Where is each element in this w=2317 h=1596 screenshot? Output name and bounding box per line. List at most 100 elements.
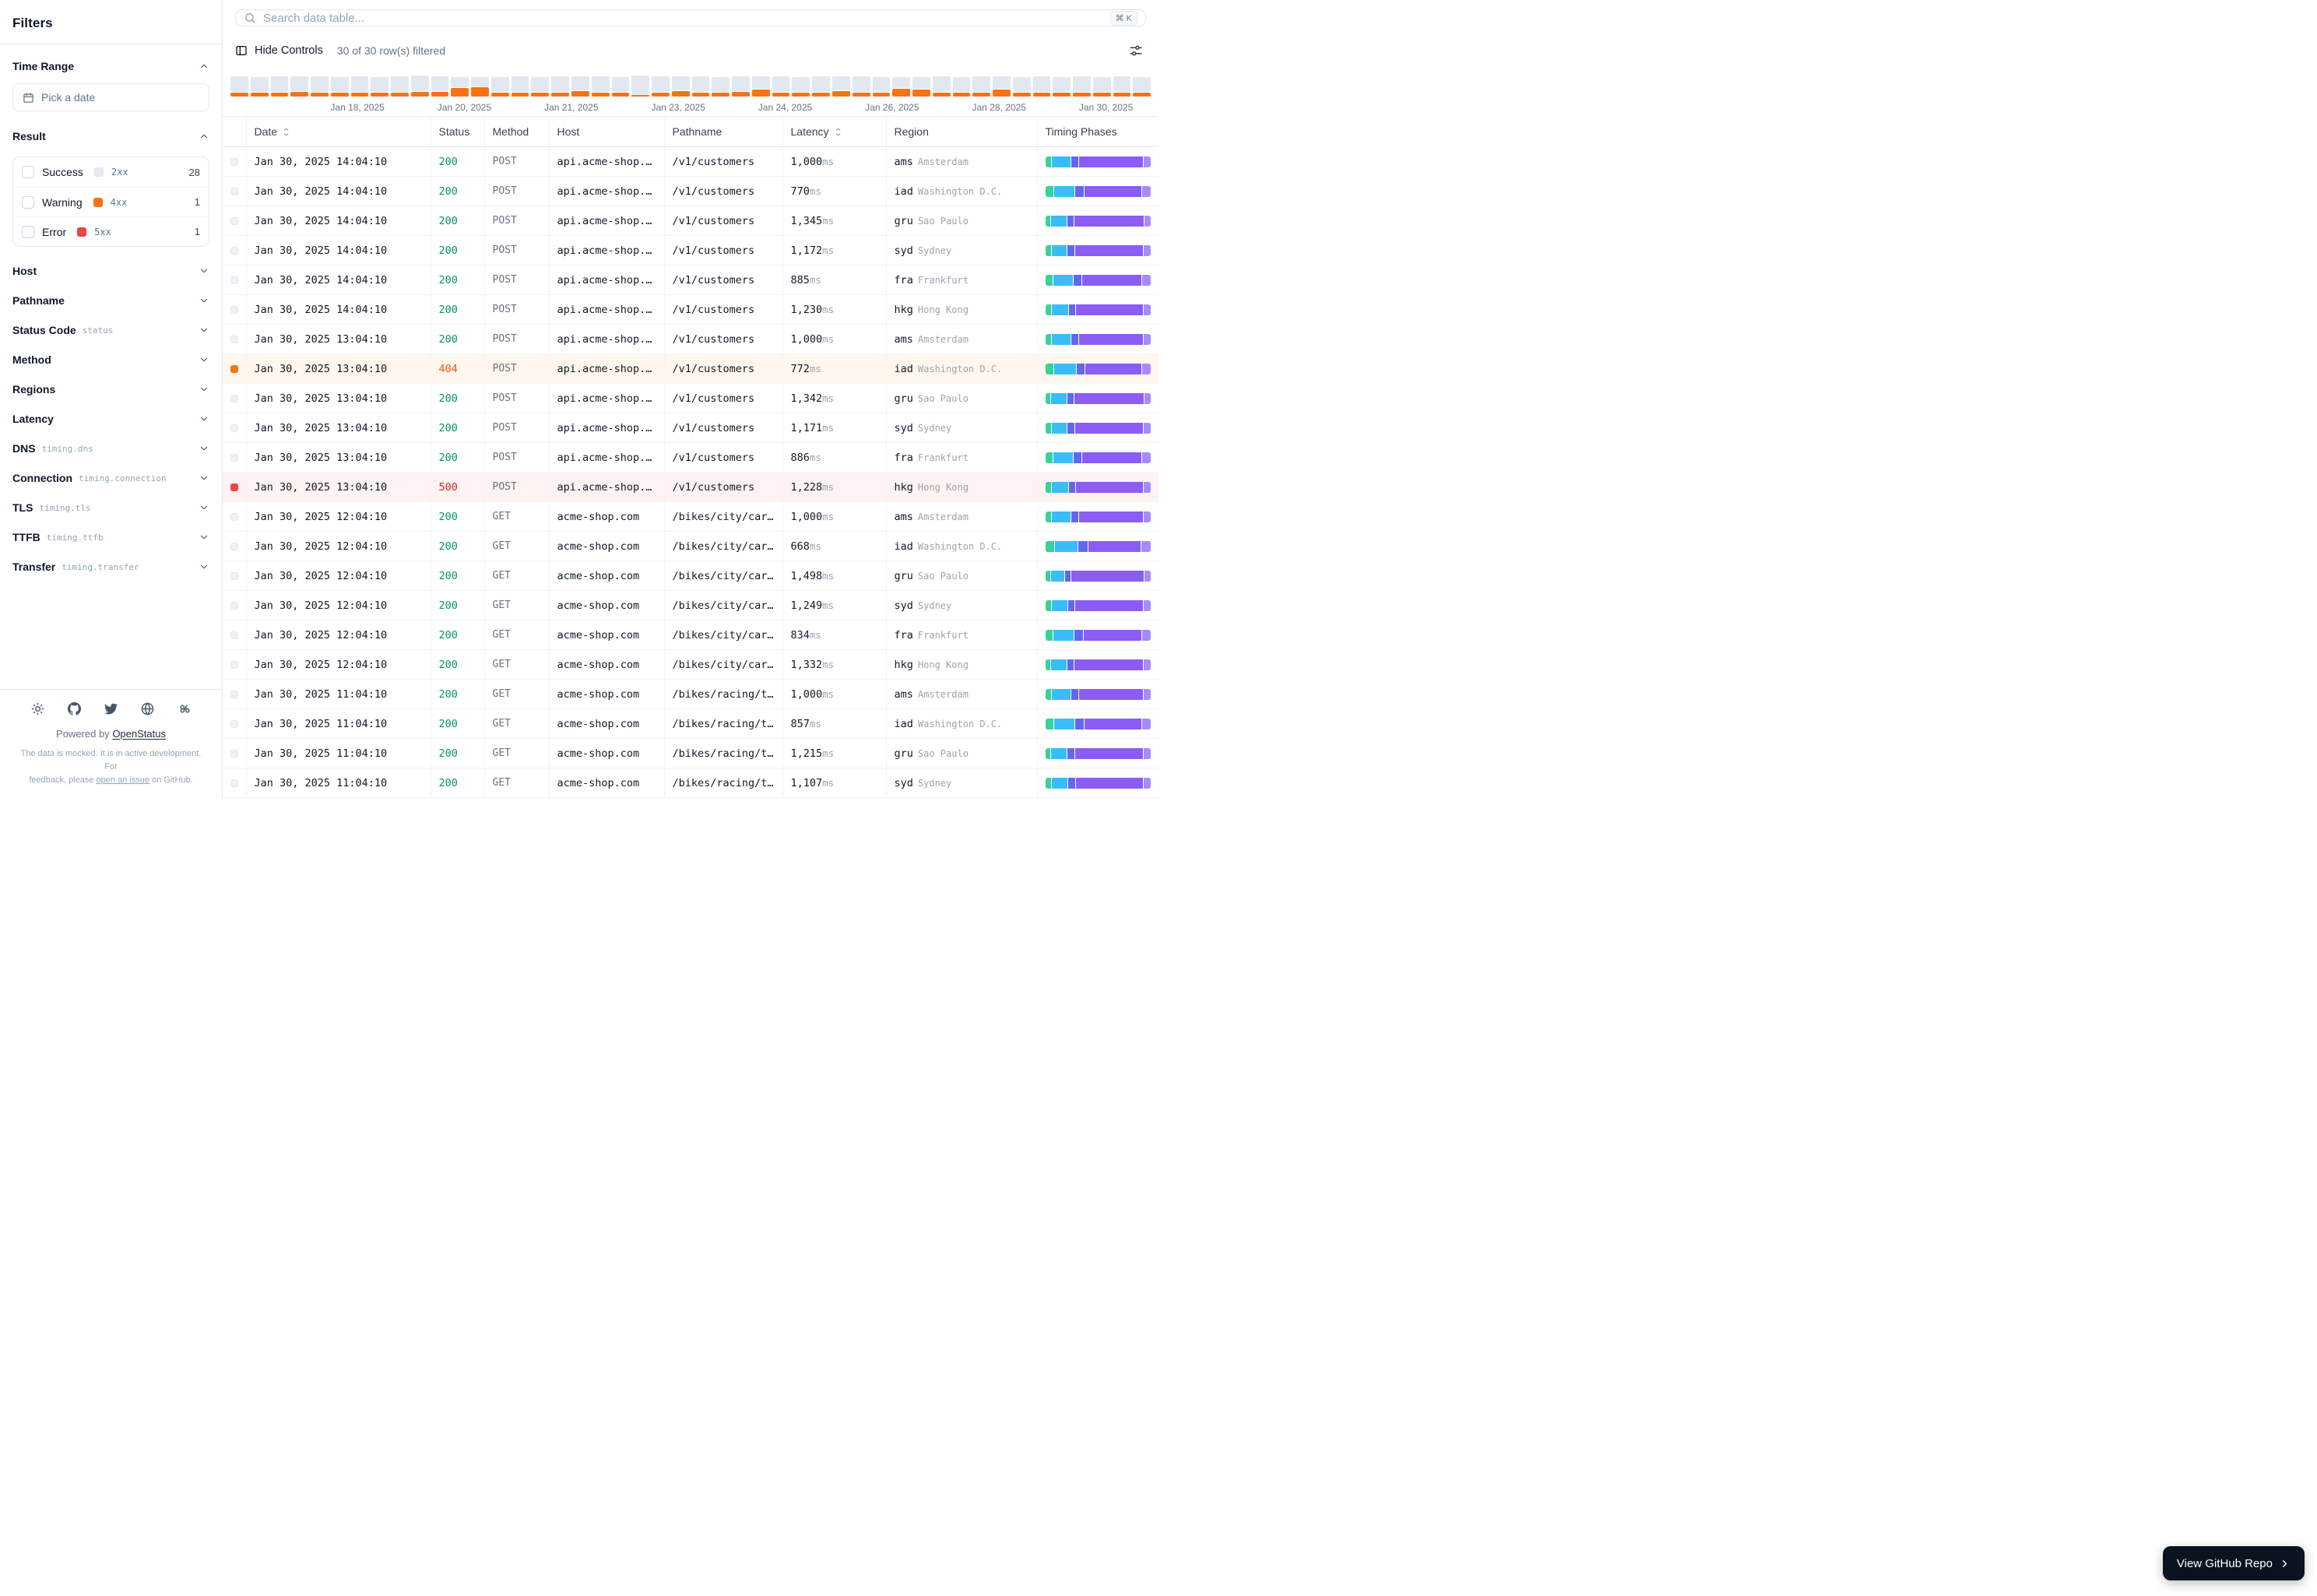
header-timing-phases[interactable]: Timing Phases [1037, 116, 1158, 147]
cell-indicator[interactable] [223, 531, 247, 561]
header-region[interactable]: Region [886, 116, 1038, 147]
histogram-bar[interactable] [912, 77, 930, 97]
openstatus-link[interactable]: OpenStatus [112, 728, 166, 740]
histogram-bar[interactable] [391, 76, 409, 97]
cell-indicator[interactable] [223, 708, 247, 739]
header-pathname[interactable]: Pathname [664, 116, 783, 147]
histogram-bar[interactable] [792, 77, 810, 97]
filter-section-tls[interactable]: TLS timing.tls [12, 493, 209, 522]
histogram-bar[interactable] [751, 76, 770, 97]
table-row[interactable]: Jan 30, 2025 13:04:10 200 POST api.acme-… [223, 324, 1158, 354]
histogram-bar[interactable] [671, 76, 690, 97]
table-row[interactable]: Jan 30, 2025 13:04:10 200 POST api.acme-… [223, 383, 1158, 413]
histogram-bar[interactable] [631, 76, 650, 97]
result-checkbox[interactable] [22, 166, 34, 178]
table-row[interactable]: Jan 30, 2025 13:04:10 200 POST api.acme-… [223, 442, 1158, 473]
table-row[interactable]: Jan 30, 2025 14:04:10 200 POST api.acme-… [223, 146, 1158, 177]
cell-indicator[interactable] [223, 472, 247, 502]
histogram-bar[interactable] [571, 76, 589, 97]
filter-section-connection[interactable]: Connection timing.connection [12, 463, 209, 493]
histogram-bar[interactable] [712, 77, 730, 97]
cell-indicator[interactable] [223, 649, 247, 680]
table-row[interactable]: Jan 30, 2025 11:04:10 200 GET acme-shop.… [223, 679, 1158, 709]
histogram-bar[interactable] [1012, 77, 1031, 97]
search-bar[interactable]: ⌘ K [235, 9, 1146, 27]
histogram-bar[interactable] [652, 76, 670, 97]
header-latency[interactable]: Latency [782, 116, 887, 147]
filter-section-host[interactable]: Host [12, 256, 209, 286]
table-row[interactable]: Jan 30, 2025 13:04:10 404 POST api.acme-… [223, 353, 1158, 384]
hide-controls-button[interactable]: Hide Controls [235, 44, 323, 57]
table-row[interactable]: Jan 30, 2025 14:04:10 200 POST api.acme-… [223, 206, 1158, 236]
histogram-bar[interactable] [371, 77, 389, 97]
histogram-bar[interactable] [410, 76, 429, 97]
table-row[interactable]: Jan 30, 2025 14:04:10 200 POST api.acme-… [223, 265, 1158, 295]
twitter-link[interactable] [104, 702, 118, 715]
filter-section-dns[interactable]: DNS timing.dns [12, 434, 209, 463]
result-option-error[interactable]: Error 5xx 1 [13, 216, 209, 246]
cell-indicator[interactable] [223, 679, 247, 709]
histogram-bar[interactable] [551, 76, 570, 97]
table-row[interactable]: Jan 30, 2025 12:04:10 200 GET acme-shop.… [223, 531, 1158, 561]
cell-indicator[interactable] [223, 146, 247, 177]
histogram-bar[interactable] [852, 76, 870, 97]
histogram-bar[interactable] [812, 76, 830, 97]
histogram-bar[interactable] [732, 76, 750, 97]
table-row[interactable]: Jan 30, 2025 11:04:10 200 GET acme-shop.… [223, 738, 1158, 768]
cell-indicator[interactable] [223, 353, 247, 384]
histogram-bar[interactable] [772, 76, 790, 97]
filter-section-status-code[interactable]: Status Code status [12, 315, 209, 345]
cell-indicator[interactable] [223, 324, 247, 354]
histogram-bar[interactable] [691, 76, 710, 97]
table-row[interactable]: Jan 30, 2025 12:04:10 200 GET acme-shop.… [223, 620, 1158, 650]
table-row[interactable]: Jan 30, 2025 12:04:10 200 GET acme-shop.… [223, 590, 1158, 620]
filter-section-ttfb[interactable]: TTFB timing.ttfb [12, 522, 209, 552]
filter-section-regions[interactable]: Regions [12, 374, 209, 404]
filter-section-latency[interactable]: Latency [12, 404, 209, 434]
histogram-bar[interactable] [511, 76, 529, 97]
cell-indicator[interactable] [223, 176, 247, 206]
cell-indicator[interactable] [223, 501, 247, 532]
header-host[interactable]: Host [549, 116, 665, 147]
histogram-bar[interactable] [952, 77, 971, 97]
github-link[interactable] [68, 701, 81, 715]
cell-indicator[interactable] [223, 235, 247, 265]
result-checkbox[interactable] [22, 195, 34, 209]
histogram-bar[interactable] [471, 77, 489, 97]
header-status[interactable]: Status [431, 116, 485, 147]
histogram-bar[interactable] [270, 76, 289, 97]
table-row[interactable]: Jan 30, 2025 14:04:10 200 POST api.acme-… [223, 294, 1158, 325]
filter-section-pathname[interactable]: Pathname [12, 286, 209, 315]
table-row[interactable]: Jan 30, 2025 11:04:10 200 GET acme-shop.… [223, 708, 1158, 739]
cell-indicator[interactable] [223, 206, 247, 236]
table-row[interactable]: Jan 30, 2025 11:04:10 200 GET acme-shop.… [223, 768, 1158, 798]
histogram-bar[interactable] [230, 76, 248, 97]
cell-indicator[interactable] [223, 294, 247, 325]
histogram-bar[interactable] [1053, 77, 1071, 97]
table-row[interactable]: Jan 30, 2025 12:04:10 200 GET acme-shop.… [223, 561, 1158, 591]
table-row[interactable]: Jan 30, 2025 13:04:10 500 POST api.acme-… [223, 472, 1158, 502]
histogram-bar[interactable] [490, 77, 509, 97]
histogram-bar[interactable] [611, 77, 630, 97]
cell-indicator[interactable] [223, 383, 247, 413]
histogram-bar[interactable] [872, 77, 891, 97]
histogram-bar[interactable] [311, 76, 329, 97]
table-row[interactable]: Jan 30, 2025 12:04:10 200 GET acme-shop.… [223, 501, 1158, 532]
open-issue-link[interactable]: open an issue [97, 775, 150, 785]
filter-section-method[interactable]: Method [12, 345, 209, 374]
table-row[interactable]: Jan 30, 2025 14:04:10 200 POST api.acme-… [223, 235, 1158, 265]
cell-indicator[interactable] [223, 442, 247, 473]
cell-indicator[interactable] [223, 768, 247, 798]
histogram-bar[interactable] [972, 76, 991, 97]
histogram-bar[interactable] [350, 76, 369, 97]
histogram-bar[interactable] [1113, 76, 1131, 97]
histogram-bar[interactable] [1032, 76, 1051, 97]
view-options-button[interactable] [1126, 40, 1146, 61]
histogram-bar[interactable] [832, 76, 850, 97]
histogram-bar[interactable] [531, 77, 550, 97]
histogram-bar[interactable] [431, 76, 449, 97]
histogram-bar[interactable] [290, 76, 309, 97]
search-input[interactable] [263, 11, 1103, 25]
filter-section-transfer[interactable]: Transfer timing.transfer [12, 552, 209, 582]
command-menu-button[interactable] [178, 702, 191, 715]
